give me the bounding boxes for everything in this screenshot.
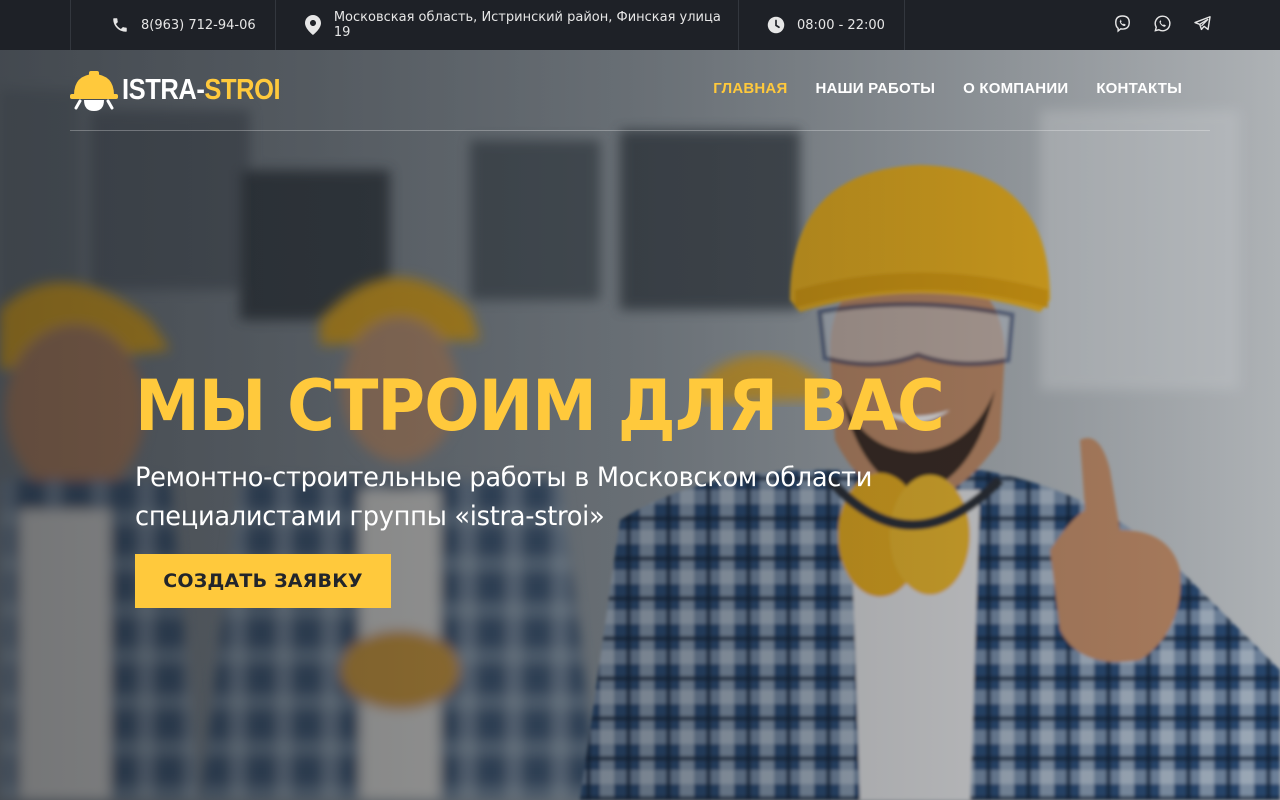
main-menu: ГЛАВНАЯ НАШИ РАБОТЫ О КОМПАНИИ КОНТАКТЫ: [713, 80, 1182, 97]
create-request-button[interactable]: СОЗДАТЬ ЗАЯВКУ: [135, 554, 391, 608]
logo-wordmark: ISTRA-STROI: [122, 73, 281, 107]
hero-subtitle: Ремонтно-строительные работы в Московско…: [135, 462, 873, 532]
hours-block: 08:00 - 22:00: [739, 0, 905, 50]
viber-icon[interactable]: [1112, 13, 1132, 33]
map-pin-icon: [304, 15, 322, 35]
whatsapp-icon[interactable]: [1152, 13, 1172, 33]
telegram-icon[interactable]: [1192, 13, 1212, 33]
hours-text: 08:00 - 22:00: [797, 17, 885, 33]
nav-item-our-works[interactable]: НАШИ РАБОТЫ: [815, 80, 935, 97]
clock-icon: [767, 16, 785, 34]
phone-number[interactable]: 8(963) 712-94-06: [141, 18, 256, 33]
address-text: Московская область, Истринский район, Фи…: [333, 10, 721, 40]
top-bar: 8(963) 712-94-06 Московская область, Ист…: [0, 0, 1280, 50]
hero-section: ISTRA-STROI ГЛАВНАЯ НАШИ РАБОТЫ О КОМПАН…: [0, 50, 1280, 800]
nav-item-contacts[interactable]: КОНТАКТЫ: [1096, 80, 1182, 97]
main-navbar: ISTRA-STROI ГЛАВНАЯ НАШИ РАБОТЫ О КОМПАН…: [70, 50, 1210, 131]
nav-item-home[interactable]: ГЛАВНАЯ: [713, 80, 787, 97]
phone-block[interactable]: 8(963) 712-94-06: [70, 0, 276, 50]
logo-text-white: ISTRA-: [122, 73, 205, 106]
address-block: Московская область, Истринский район, Фи…: [276, 0, 739, 50]
hero-title: МЫ СТРОИМ ДЛЯ ВАС: [135, 365, 945, 447]
site-logo[interactable]: ISTRA-STROI: [70, 68, 302, 112]
nav-item-about[interactable]: О КОМПАНИИ: [963, 80, 1068, 97]
phone-icon: [111, 16, 129, 34]
hard-hat-logo-icon: [70, 71, 118, 111]
logo-text-yellow: STROI: [204, 73, 281, 106]
